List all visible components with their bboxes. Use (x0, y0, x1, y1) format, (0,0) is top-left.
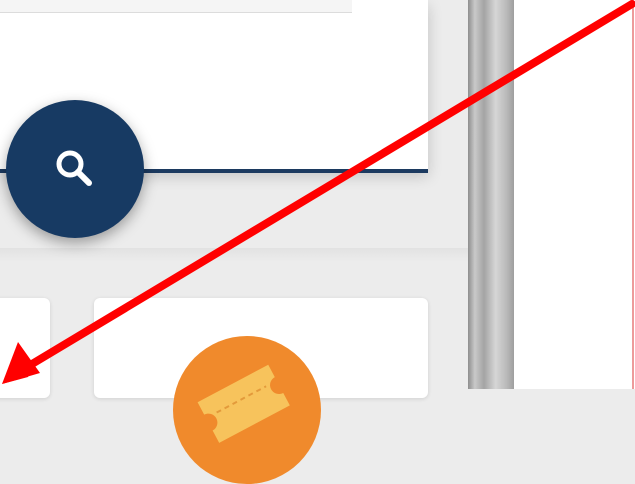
category-tile[interactable] (0, 298, 50, 398)
top-input-field[interactable] (0, 0, 352, 13)
section-divider (0, 248, 468, 262)
category-tile[interactable] (94, 298, 428, 484)
ticket-icon-badge (173, 336, 321, 484)
ticket-icon (197, 364, 290, 443)
panel-border (632, 0, 634, 389)
search-icon (56, 150, 92, 186)
right-panel (514, 0, 635, 389)
search-button[interactable] (6, 100, 144, 238)
window-scrollbar[interactable] (468, 0, 514, 389)
left-panel (0, 0, 468, 484)
